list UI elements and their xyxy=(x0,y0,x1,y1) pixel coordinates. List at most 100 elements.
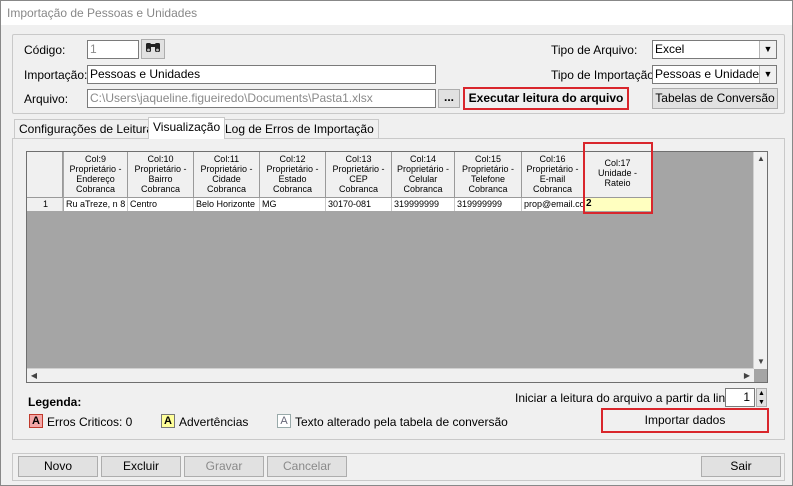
table-cell[interactable]: Ru aTreze, n 8 xyxy=(64,198,128,211)
start-line-label: Iniciar a leitura do arquivo a partir da… xyxy=(515,391,742,405)
column-header-16[interactable]: Col:16 Proprietário - E-mail Cobranca xyxy=(522,152,584,198)
excluir-button[interactable]: Excluir xyxy=(101,456,181,477)
preview-grid[interactable]: Col:9 Proprietário - Endereço Cobranca Col:1… xyxy=(26,151,768,383)
window-title: Importação de Pessoas e Unidades xyxy=(1,1,792,25)
search-codigo-button[interactable] xyxy=(141,39,165,59)
import-window: Importação de Pessoas e Unidades Código:… xyxy=(0,0,793,486)
horizontal-scrollbar[interactable]: ◀ ▶ xyxy=(27,368,754,382)
column-header-10[interactable]: Col:10 Proprietário - Bairro Cobranca xyxy=(128,152,194,198)
column-header-line: Col:17 xyxy=(604,158,631,168)
erros-legend-swatch: A xyxy=(29,414,43,428)
table-cell[interactable]: Belo Horizonte xyxy=(194,198,260,211)
scroll-right-icon[interactable]: ▶ xyxy=(740,369,754,382)
column-header-line: Proprietário - xyxy=(526,164,579,174)
arquivo-field[interactable]: C:\Users\jaqueline.figueiredo\Documents\… xyxy=(87,89,436,108)
scroll-left-icon[interactable]: ◀ xyxy=(27,369,41,382)
column-header-line: Proprietário - xyxy=(69,164,122,174)
column-header-line: Proprietário - xyxy=(396,164,450,174)
importacao-label: Importação: xyxy=(24,68,88,82)
column-header-line: Cidade xyxy=(212,174,241,184)
binoculars-icon xyxy=(146,43,160,52)
column-header-line: Col:11 xyxy=(213,154,240,164)
table-cell[interactable]: 2 xyxy=(584,198,652,211)
novo-button[interactable]: Novo xyxy=(18,456,98,477)
tab-visualizacao[interactable]: Visualização xyxy=(148,117,226,139)
column-header-line: Col:16 xyxy=(539,154,566,164)
table-cell[interactable]: prop@email.co xyxy=(522,198,584,211)
column-header-line: Col:12 xyxy=(279,154,306,164)
column-header-line: Telefone xyxy=(470,174,506,184)
column-header-line: Cobranca xyxy=(206,184,247,194)
column-header-12[interactable]: Col:12 Proprietário - Estado Cobranca xyxy=(260,152,326,198)
chevron-down-icon[interactable]: ▼ xyxy=(759,66,776,83)
texto-alterado-legend-label: Texto alterado pela tabela de conversão xyxy=(295,415,508,429)
vertical-scrollbar[interactable]: ▲ ▼ xyxy=(753,152,767,369)
stepper-up-icon[interactable]: ▲ xyxy=(757,389,766,398)
column-header-line: Proprietário - xyxy=(134,164,187,174)
row-number[interactable]: 1 xyxy=(27,198,63,211)
column-header-11[interactable]: Col:11 Proprietário - Cidade Cobranca xyxy=(194,152,260,198)
arquivo-label: Arquivo: xyxy=(24,92,69,106)
table-cell[interactable]: Centro xyxy=(128,198,194,211)
column-header-line: Cobranca xyxy=(532,184,573,194)
cancelar-button[interactable]: Cancelar xyxy=(267,456,347,477)
tipo-arquivo-value: Excel xyxy=(655,42,685,56)
column-header-line: Proprietário - xyxy=(332,164,385,174)
column-header-15[interactable]: Col:15 Proprietário - Telefone Cobranca xyxy=(455,152,522,198)
column-header-14[interactable]: Col:14 Proprietário - Celular Cobranca xyxy=(392,152,455,198)
tipo-importacao-value: Pessoas e Unidades xyxy=(655,67,766,81)
scroll-up-icon[interactable]: ▲ xyxy=(754,152,767,166)
erros-legend-label: Erros Criticos: 0 xyxy=(47,415,133,429)
column-header-line: Cobranca xyxy=(272,184,313,194)
column-header-line: Estado xyxy=(278,174,307,184)
column-header-line: Col:9 xyxy=(84,154,106,164)
column-header-line: Col:10 xyxy=(147,154,174,164)
stepper-down-icon[interactable]: ▼ xyxy=(757,398,766,407)
gravar-button[interactable]: Gravar xyxy=(184,456,264,477)
advertencias-legend-swatch: A xyxy=(161,414,175,428)
column-header-line: Col:13 xyxy=(345,154,372,164)
browse-button[interactable]: ... xyxy=(438,89,460,108)
tipo-arquivo-label: Tipo de Arquivo: xyxy=(551,43,638,57)
tipo-importacao-label: Tipo de Importação: xyxy=(551,68,658,82)
column-header-line: Bairro xyxy=(148,174,173,184)
codigo-field[interactable]: 1 xyxy=(87,40,139,59)
column-header-line: Rateio xyxy=(604,178,631,188)
column-header-line: Cobranca xyxy=(403,184,443,194)
grid-corner xyxy=(27,152,63,198)
column-header-line: Proprietário - xyxy=(266,164,319,174)
table-cell[interactable]: 319999999 xyxy=(455,198,522,211)
column-header-line: Col:14 xyxy=(409,154,436,164)
scroll-down-icon[interactable]: ▼ xyxy=(754,355,767,369)
column-header-line: E-mail xyxy=(539,174,566,184)
column-header-9[interactable]: Col:9 Proprietário - Endereço Cobranca xyxy=(64,152,128,198)
texto-alterado-legend-swatch: A xyxy=(277,414,291,428)
column-header-line: Cobranca xyxy=(140,184,181,194)
tabelas-conversao-button[interactable]: Tabelas de Conversão xyxy=(652,88,778,109)
start-line-stepper[interactable]: ▲ ▼ xyxy=(756,388,767,407)
table-cell[interactable]: 30170-081 xyxy=(326,198,392,211)
column-header-line: Cobranca xyxy=(468,184,508,194)
column-header-line: Col:15 xyxy=(474,154,501,164)
tipo-importacao-select[interactable]: Pessoas e Unidades ▼ xyxy=(652,65,777,84)
codigo-label: Código: xyxy=(24,43,66,57)
column-header-line: Unidade - xyxy=(597,168,638,178)
table-cell[interactable]: 319999999 xyxy=(392,198,455,211)
advertencias-legend-label: Advertências xyxy=(179,415,249,429)
table-cell[interactable]: MG xyxy=(260,198,326,211)
column-header-line: Endereço xyxy=(76,174,115,184)
column-header-line: Celular xyxy=(408,174,438,184)
column-header-17[interactable]: Col:17 Unidade - Rateio xyxy=(584,152,652,198)
importacao-field[interactable]: Pessoas e Unidades xyxy=(87,65,436,84)
column-header-line: Proprietário - xyxy=(461,164,515,174)
chevron-down-icon[interactable]: ▼ xyxy=(759,41,776,58)
column-header-13[interactable]: Col:13 Proprietário - CEP Cobranca xyxy=(326,152,392,198)
tab-configuracoes[interactable]: Configurações de Leitura xyxy=(14,119,159,139)
executar-leitura-button[interactable]: Executar leitura do arquivo xyxy=(463,87,629,110)
sair-button[interactable]: Sair xyxy=(701,456,781,477)
start-line-field[interactable]: 1 xyxy=(725,388,755,407)
column-header-line: Cobranca xyxy=(338,184,379,194)
tab-log-erros[interactable]: Log de Erros de Importação xyxy=(220,119,379,139)
tipo-arquivo-select[interactable]: Excel ▼ xyxy=(652,40,777,59)
importar-dados-button[interactable]: Importar dados xyxy=(601,408,769,433)
